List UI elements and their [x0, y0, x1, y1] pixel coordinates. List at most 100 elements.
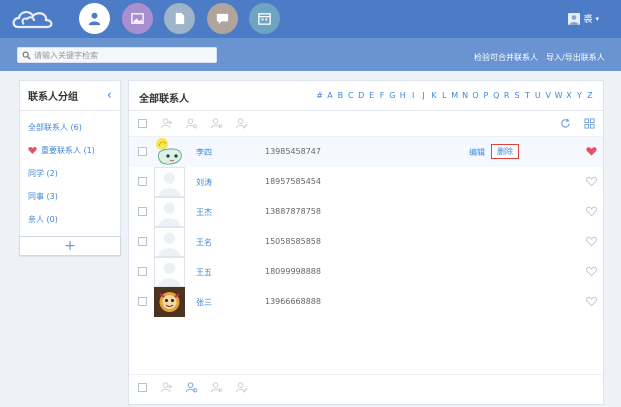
contact-row[interactable]: 刘涛 18957585454	[129, 167, 603, 197]
group-item-colleagues[interactable]: 同事 (3)	[20, 185, 120, 208]
alpha-letter[interactable]: D	[356, 91, 366, 100]
alpha-letter[interactable]: O	[470, 91, 480, 100]
group-settings-icon[interactable]	[185, 117, 198, 130]
nav-messages-button[interactable]	[207, 3, 238, 34]
alpha-letter[interactable]: #	[314, 91, 324, 100]
alpha-letter[interactable]: C	[346, 91, 356, 100]
row-checkbox[interactable]	[138, 147, 147, 156]
contact-name[interactable]: 刘涛	[196, 177, 212, 188]
alpha-letter[interactable]: X	[564, 91, 574, 100]
merge-contacts-link[interactable]: 检验可合并联系人	[474, 52, 538, 63]
heart-filled-icon[interactable]	[586, 146, 597, 157]
contact-row[interactable]: 王名 15058585858	[129, 227, 603, 257]
document-icon	[175, 12, 185, 25]
import-export-link[interactable]: 导入/导出联系人	[546, 52, 605, 63]
alpha-letter[interactable]: F	[377, 91, 387, 100]
delete-button[interactable]: 删除	[491, 144, 519, 159]
add-to-group-icon[interactable]	[160, 381, 173, 394]
edit-user-icon[interactable]	[235, 117, 248, 130]
remove-user-icon[interactable]	[210, 381, 223, 394]
alpha-letter[interactable]: N	[460, 91, 470, 100]
alpha-letter[interactable]: G	[387, 91, 397, 100]
add-to-group-icon[interactable]	[160, 117, 173, 130]
alpha-letter[interactable]: A	[325, 91, 335, 100]
contacts-toolbar	[129, 111, 603, 137]
cloud-logo-icon[interactable]	[10, 5, 56, 33]
refresh-icon[interactable]	[560, 118, 571, 129]
alpha-letter[interactable]: Y	[574, 91, 584, 100]
contact-row[interactable]: 王五 18099998888	[129, 257, 603, 287]
alpha-letter[interactable]: T	[522, 91, 532, 100]
message-icon	[216, 13, 229, 25]
default-avatar-icon	[158, 172, 181, 196]
alpha-letter[interactable]: L	[439, 91, 449, 100]
group-item-all[interactable]: 全部联系人 (6)	[20, 116, 120, 139]
alpha-letter[interactable]: Q	[491, 91, 501, 100]
contact-name[interactable]: 王杰	[196, 207, 212, 218]
row-checkbox[interactable]	[138, 297, 147, 306]
avatar	[154, 137, 185, 167]
heart-outline-icon[interactable]	[586, 266, 597, 277]
contact-name[interactable]: 李四	[196, 147, 212, 158]
alpha-letter[interactable]: R	[501, 91, 511, 100]
nav-calendar-button[interactable]	[249, 3, 280, 34]
contact-phone: 13887878758	[265, 207, 321, 216]
group-item-family[interactable]: 亲人 (0)	[20, 208, 120, 231]
nav-contacts-button[interactable]	[79, 3, 110, 34]
search-box	[17, 47, 217, 63]
remove-user-icon[interactable]	[210, 117, 223, 130]
top-bar: 裘 ▾	[0, 0, 621, 38]
contact-row[interactable]: 李四 13985458747 编辑 删除	[129, 137, 603, 167]
group-item-important[interactable]: 重要联系人 (1)	[20, 139, 120, 162]
alpha-letter[interactable]: K	[429, 91, 439, 100]
chevron-left-icon[interactable]: ‹	[107, 88, 112, 103]
contact-name[interactable]: 张三	[196, 297, 212, 308]
heart-outline-icon[interactable]	[586, 296, 597, 307]
group-settings-icon[interactable]	[185, 381, 198, 394]
select-all-checkbox[interactable]	[138, 119, 147, 128]
heart-outline-icon[interactable]	[586, 236, 597, 247]
heart-outline-icon[interactable]	[586, 176, 597, 187]
alpha-letter[interactable]: M	[450, 91, 460, 100]
nav-documents-button[interactable]	[164, 3, 195, 34]
contact-phone: 18099998888	[265, 267, 321, 276]
edit-user-icon[interactable]	[235, 381, 248, 394]
alpha-letter[interactable]: I	[408, 91, 418, 100]
contact-phone: 13966668888	[265, 297, 321, 306]
avatar	[154, 257, 185, 287]
contact-row[interactable]: 张三 13966668888	[129, 287, 603, 317]
alpha-letter[interactable]: H	[398, 91, 408, 100]
alpha-letter[interactable]: P	[481, 91, 491, 100]
add-group-button[interactable]: +	[19, 236, 121, 256]
group-label: 同事 (3)	[28, 192, 58, 201]
grid-view-icon[interactable]	[584, 118, 595, 129]
alpha-letter[interactable]: S	[512, 91, 522, 100]
contacts-header: 全部联系人 # A B C D E F G H I J K L M N O P …	[129, 81, 603, 111]
contact-name[interactable]: 王名	[196, 237, 212, 248]
alpha-letter[interactable]: W	[553, 91, 563, 100]
avatar	[154, 227, 185, 257]
edit-button[interactable]: 编辑	[469, 147, 485, 158]
user-name: 裘	[583, 15, 593, 25]
row-checkbox[interactable]	[138, 177, 147, 186]
group-item-classmates[interactable]: 同学 (2)	[20, 162, 120, 185]
page-title: 全部联系人	[139, 94, 189, 105]
contact-phone: 15058585858	[265, 237, 321, 246]
contact-name[interactable]: 王五	[196, 267, 212, 278]
row-checkbox[interactable]	[138, 267, 147, 276]
row-checkbox[interactable]	[138, 207, 147, 216]
alpha-letter[interactable]: B	[335, 91, 345, 100]
alpha-letter[interactable]: V	[543, 91, 553, 100]
alpha-letter[interactable]: E	[366, 91, 376, 100]
alpha-letter[interactable]: U	[533, 91, 543, 100]
alpha-letter[interactable]: J	[418, 91, 428, 100]
search-input[interactable]	[34, 50, 214, 60]
user-menu[interactable]: 裘 ▾	[568, 12, 599, 25]
nav-photos-button[interactable]	[122, 3, 153, 34]
calendar-icon	[258, 13, 271, 25]
select-all-checkbox[interactable]	[138, 383, 147, 392]
row-checkbox[interactable]	[138, 237, 147, 246]
heart-outline-icon[interactable]	[586, 206, 597, 217]
contact-row[interactable]: 王杰 13887878758	[129, 197, 603, 227]
alpha-letter[interactable]: Z	[585, 91, 595, 100]
